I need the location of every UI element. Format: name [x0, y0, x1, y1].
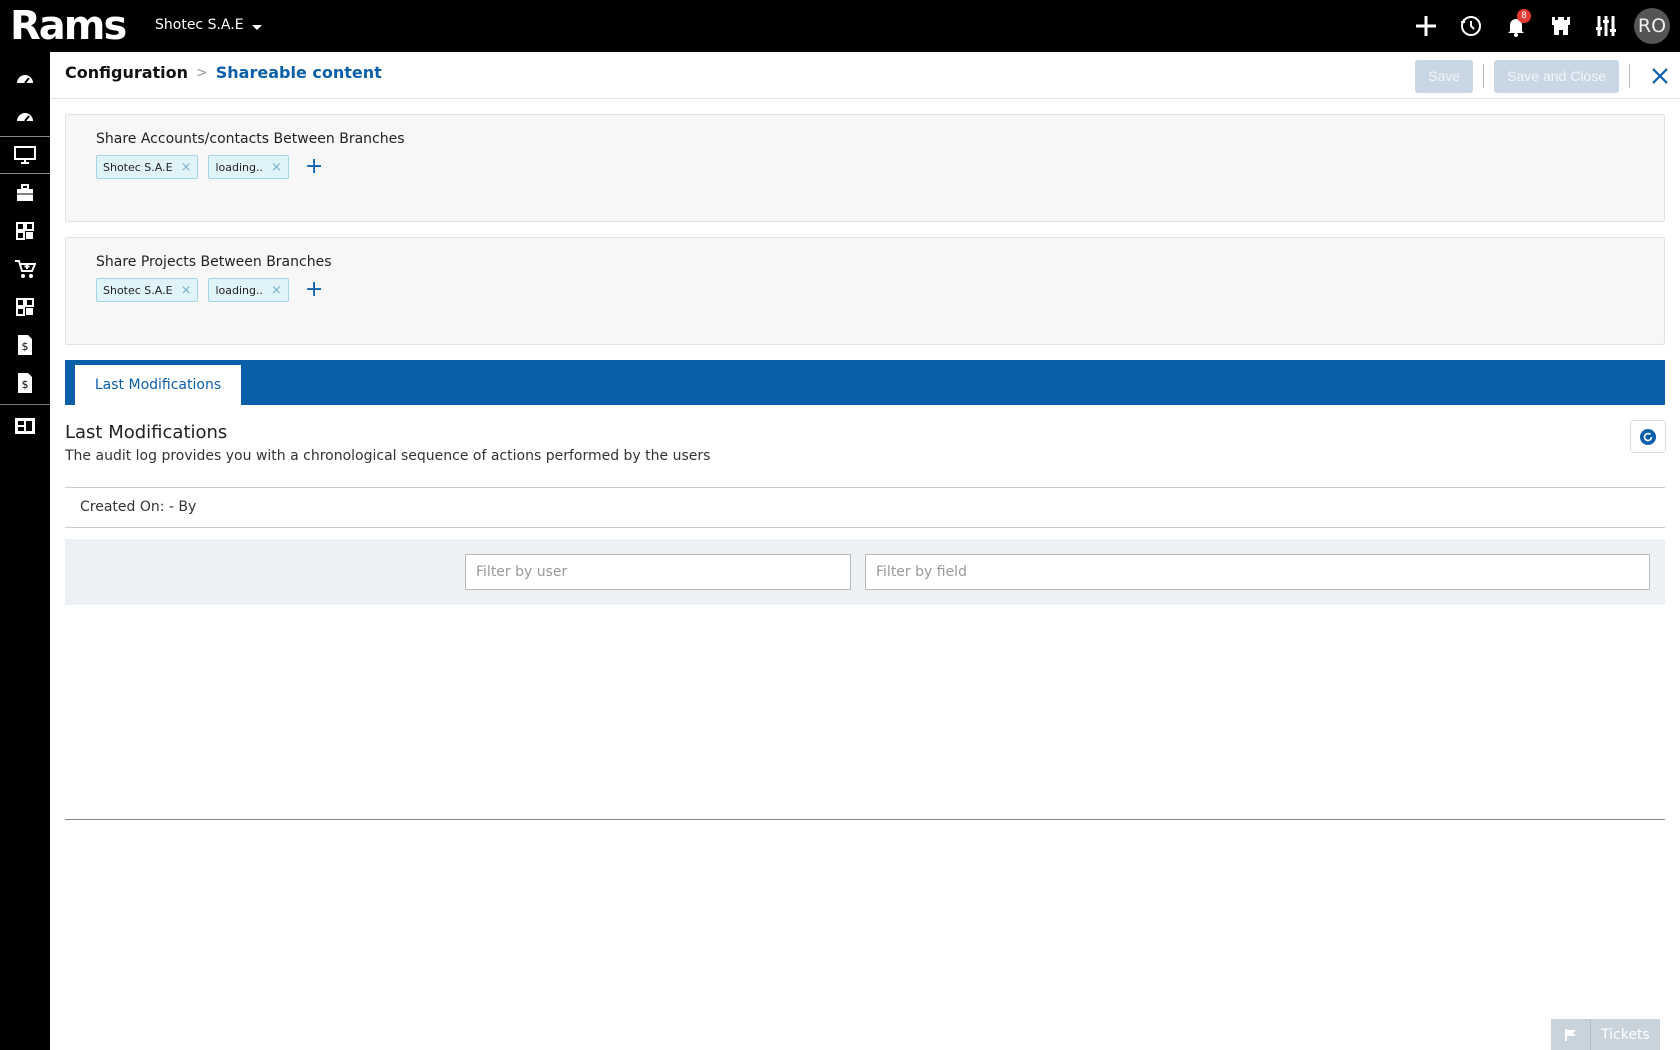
svg-text:$: $ — [22, 378, 29, 391]
reports-icon — [15, 418, 35, 434]
chip-label: loading.. — [215, 160, 263, 174]
refresh-button[interactable] — [1630, 420, 1666, 453]
header-actions: Save Save and Close — [1415, 59, 1680, 93]
close-icon — [1652, 68, 1668, 84]
add-branch-icon[interactable]: + — [305, 279, 323, 301]
chip: loading.. × — [208, 278, 289, 302]
company-selector[interactable]: Shotec S.A.E — [155, 17, 262, 33]
section-divider — [65, 819, 1665, 820]
breadcrumb-separator: > — [196, 64, 208, 81]
share-projects-panel: Share Projects Between Branches Shotec S… — [65, 237, 1665, 345]
refresh-icon — [1640, 428, 1656, 445]
notifications-badge: 8 — [1517, 9, 1531, 23]
sidebar-divider — [0, 404, 50, 405]
section-title: Last Modifications — [65, 422, 228, 443]
tab-last-modifications[interactable]: Last Modifications — [75, 365, 241, 405]
share-projects-chips: Shotec S.A.E × loading.. × + — [96, 278, 323, 302]
sidebar-item-invoice-alt[interactable]: $ — [0, 364, 50, 402]
filter-area — [65, 539, 1665, 605]
chip: Shotec S.A.E × — [96, 155, 199, 179]
modules-alt-icon — [16, 298, 34, 316]
sidebar-item-modules-alt[interactable] — [0, 288, 50, 326]
history-icon[interactable] — [1448, 0, 1493, 52]
chip-remove-icon[interactable]: × — [271, 283, 282, 298]
page-header: Configuration > Shareable content Save S… — [50, 52, 1680, 99]
user-avatar[interactable]: RO — [1634, 8, 1670, 44]
modules-icon — [16, 222, 34, 240]
tickets-button[interactable]: Tickets — [1551, 1019, 1660, 1050]
sidebar-item-monitor[interactable] — [0, 136, 50, 174]
chip-label: loading.. — [215, 283, 263, 297]
sidebar-item-dashboard[interactable] — [0, 60, 50, 98]
save-and-close-button[interactable]: Save and Close — [1494, 59, 1619, 93]
add-icon[interactable] — [1403, 0, 1448, 52]
chip-label: Shotec S.A.E — [103, 283, 173, 297]
sidebar: $ $ — [0, 52, 50, 1050]
top-actions: 8 RO — [1403, 0, 1680, 52]
sidebar-item-invoice[interactable]: $ — [0, 326, 50, 364]
cart-icon — [15, 260, 36, 278]
logo-text: Rams — [10, 3, 127, 49]
chip: loading.. × — [208, 155, 289, 179]
company-name: Shotec S.A.E — [155, 17, 244, 33]
share-accounts-chips: Shotec S.A.E × loading.. × + — [96, 155, 323, 179]
sidebar-item-reports[interactable] — [0, 407, 50, 445]
dashboard-alt-icon — [17, 113, 33, 122]
breadcrumb: Configuration > Shareable content — [65, 63, 382, 82]
actions-divider — [1629, 64, 1630, 88]
filter-by-field-input[interactable] — [865, 554, 1650, 590]
dashboard-icon — [17, 75, 33, 84]
sidebar-item-cart[interactable] — [0, 250, 50, 288]
top-bar: Rams Shotec S.A.E 8 RO — [0, 0, 1680, 52]
created-on-row: Created On: - By — [65, 487, 1665, 528]
close-button[interactable] — [1640, 59, 1680, 93]
invoice-icon: $ — [18, 335, 32, 355]
share-projects-title: Share Projects Between Branches — [96, 254, 332, 270]
invoice-alt-icon: $ — [18, 373, 32, 393]
tab-bar: Last Modifications — [65, 360, 1665, 405]
settings-sliders-icon[interactable] — [1583, 0, 1628, 52]
sidebar-item-briefcase[interactable] — [0, 174, 50, 212]
section-description: The audit log provides you with a chrono… — [65, 448, 711, 464]
chip-remove-icon[interactable]: × — [181, 283, 192, 298]
sidebar-item-modules[interactable] — [0, 212, 50, 250]
chip-label: Shotec S.A.E — [103, 160, 173, 174]
chip-remove-icon[interactable]: × — [271, 160, 282, 175]
breadcrumb-root[interactable]: Configuration — [65, 63, 188, 82]
add-branch-icon[interactable]: + — [305, 156, 323, 178]
breadcrumb-current: Shareable content — [215, 63, 382, 82]
briefcase-icon — [17, 184, 33, 201]
tickets-label: Tickets — [1601, 1026, 1650, 1043]
filter-by-user-input[interactable] — [465, 554, 851, 590]
caret-down-icon — [251, 25, 262, 30]
monitor-icon — [14, 146, 36, 164]
svg-text:$: $ — [22, 340, 29, 353]
share-accounts-title: Share Accounts/contacts Between Branches — [96, 131, 405, 147]
chip: Shotec S.A.E × — [96, 278, 199, 302]
castle-icon[interactable] — [1538, 0, 1583, 52]
sidebar-item-dashboard-alt[interactable] — [0, 98, 50, 136]
actions-divider — [1483, 64, 1485, 88]
share-accounts-panel: Share Accounts/contacts Between Branches… — [65, 114, 1665, 222]
save-button[interactable]: Save — [1415, 59, 1474, 93]
notifications-bell-icon[interactable]: 8 — [1493, 0, 1538, 52]
flag-icon — [1551, 1019, 1591, 1050]
chip-remove-icon[interactable]: × — [181, 160, 192, 175]
app-logo[interactable]: Rams — [10, 3, 127, 49]
